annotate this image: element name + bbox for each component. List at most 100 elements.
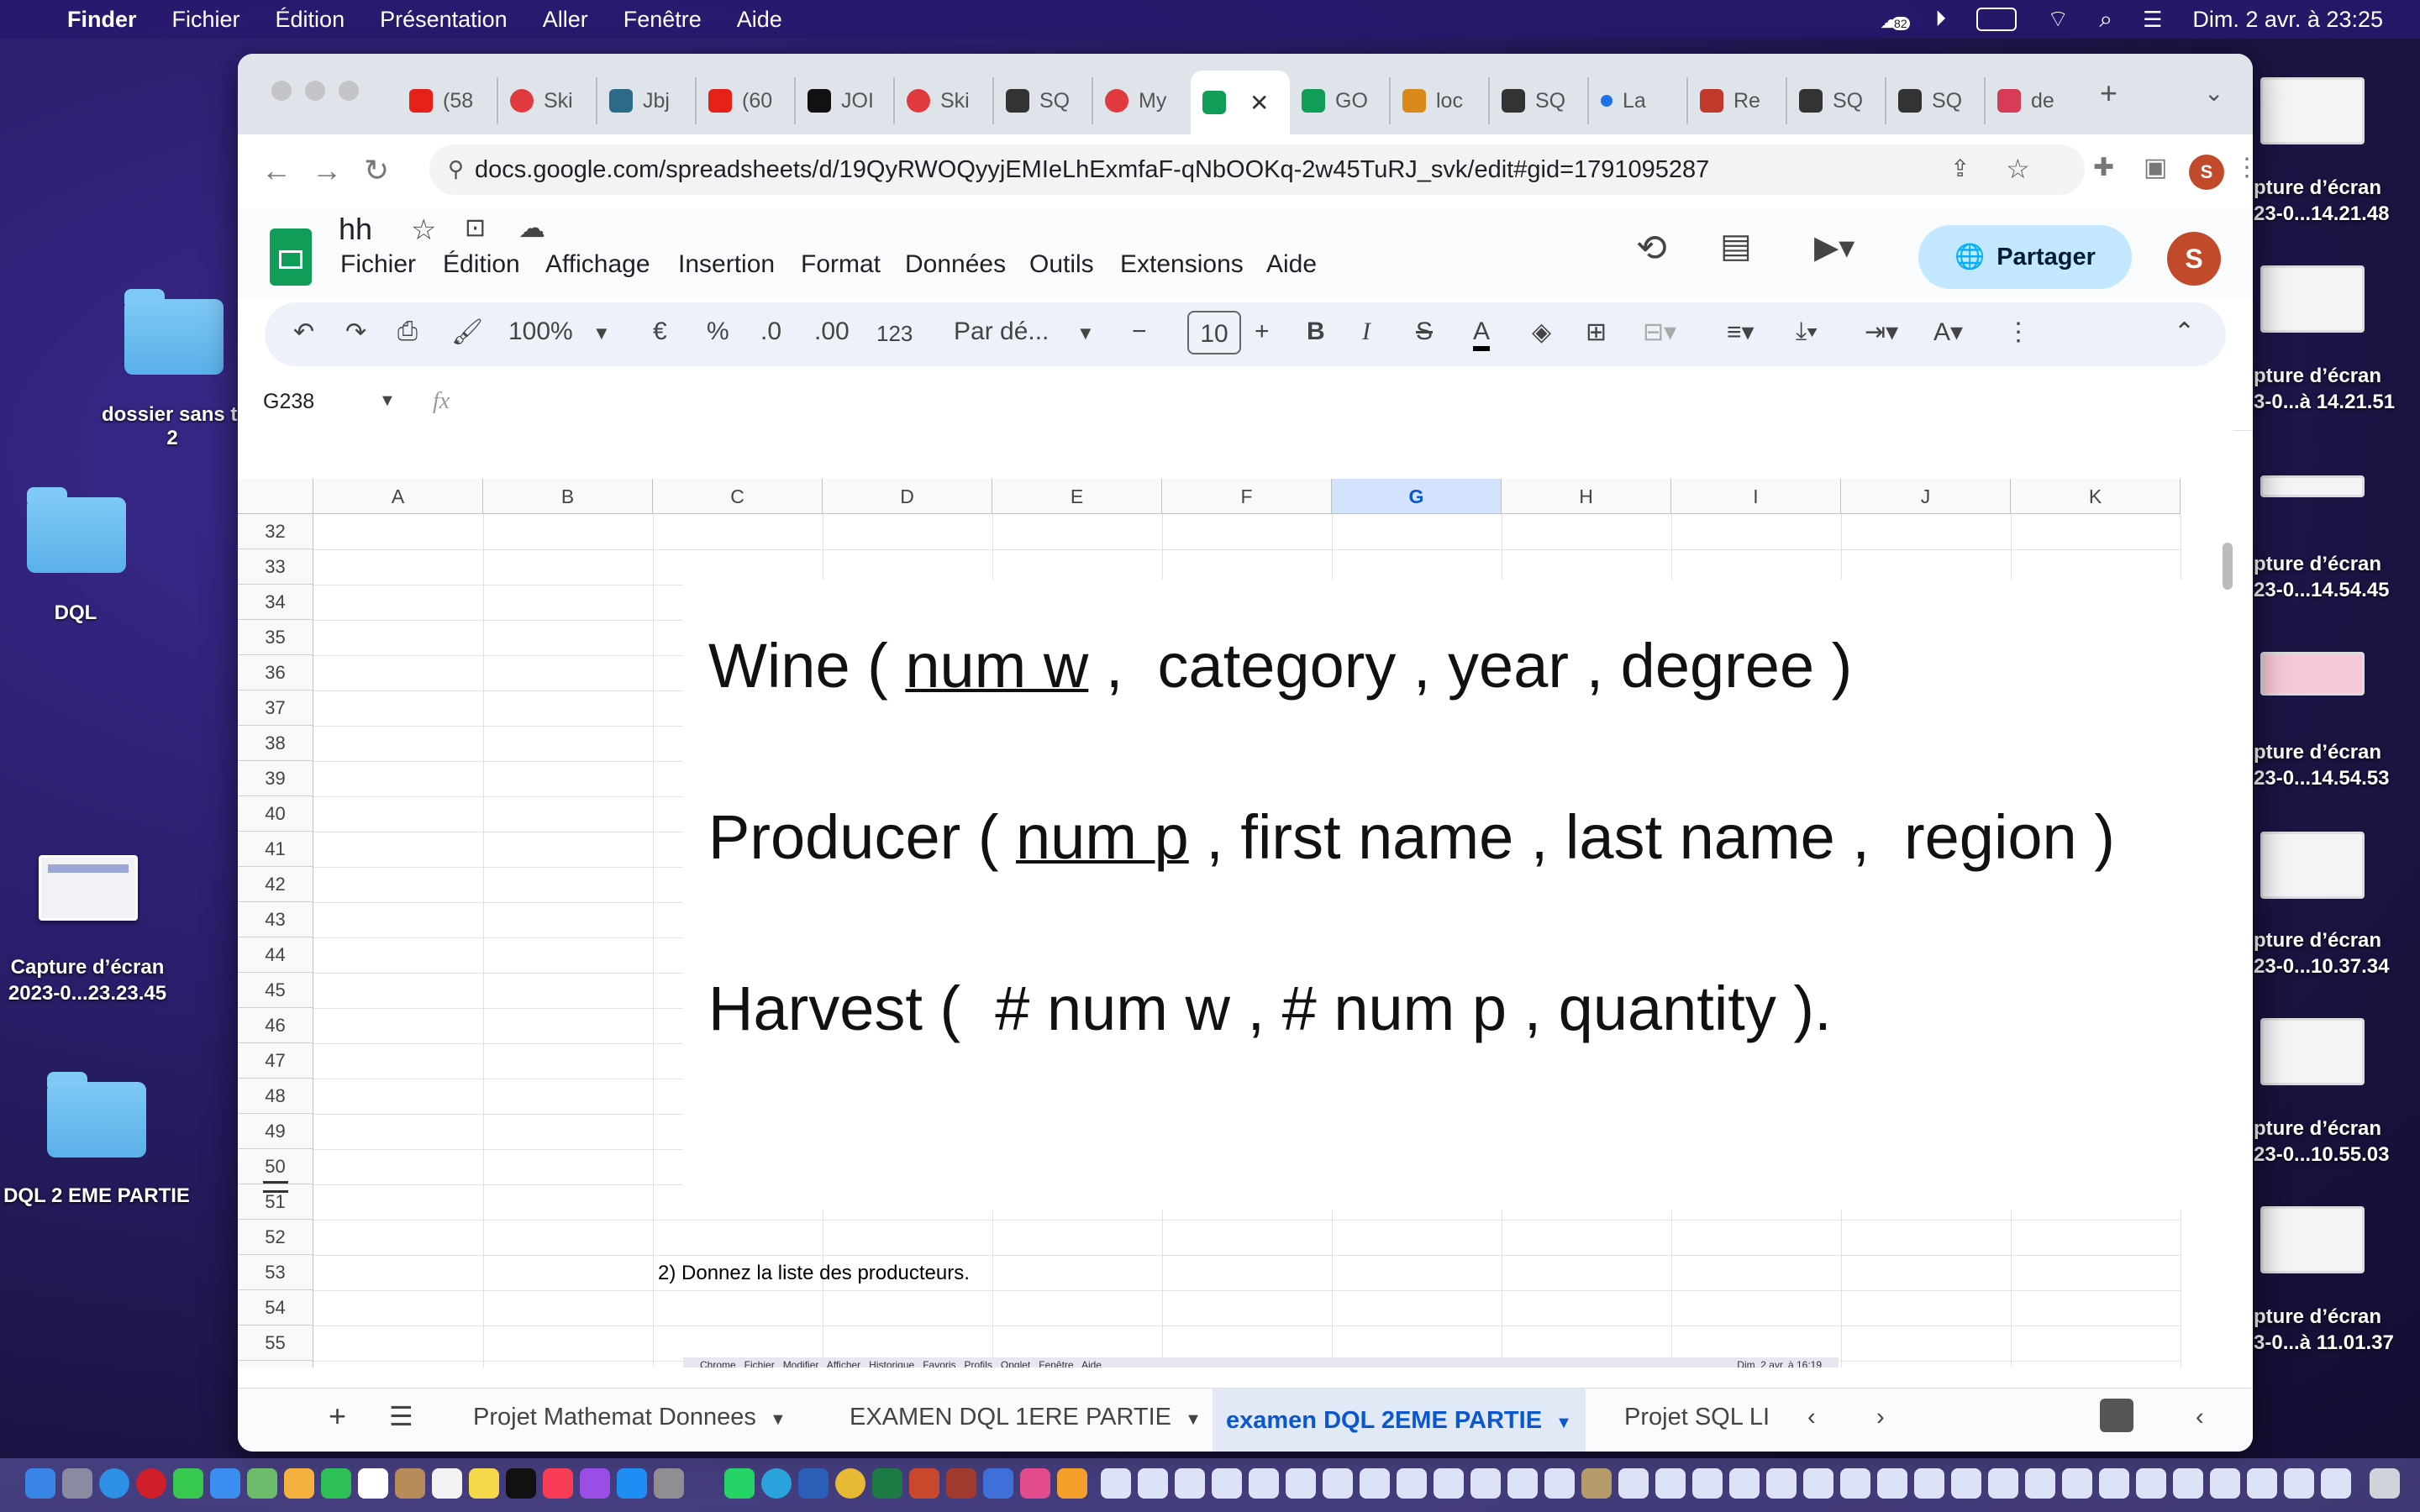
vertical-scrollbar[interactable] — [2223, 543, 2233, 590]
version-history-icon[interactable]: ⟲ — [1636, 227, 1667, 270]
desktop-screenshot-thumbnail[interactable] — [2260, 265, 2365, 333]
document-dock-icon[interactable] — [1507, 1468, 1538, 1499]
browser-tab[interactable]: My — [1092, 77, 1191, 124]
desktop-item-label[interactable]: pture d’écran 23-0...10.37.34 — [2254, 927, 2389, 979]
column-header-b[interactable]: B — [483, 479, 653, 514]
formula-input[interactable] — [481, 383, 2162, 420]
sheets-menu-format[interactable]: Format — [801, 250, 881, 279]
number-format-button[interactable]: 123 — [876, 321, 913, 347]
back-arrow-icon[interactable]: ← — [261, 153, 292, 188]
bluetooth-dock-icon[interactable] — [983, 1468, 1013, 1499]
row-header[interactable]: 34 — [238, 585, 313, 620]
star-icon[interactable]: ☆ — [411, 213, 436, 247]
trash-dock-icon[interactable] — [2370, 1468, 2400, 1499]
document-dock-icon[interactable] — [1618, 1468, 1649, 1499]
document-title[interactable]: hh — [339, 212, 372, 247]
browser-tab[interactable]: SQ — [992, 77, 1092, 124]
creative-cloud-icon[interactable]: ☁82 — [1880, 5, 1910, 34]
google-sheets-logo-icon[interactable] — [270, 228, 312, 286]
document-dock-icon[interactable] — [1803, 1468, 1833, 1499]
spreadsheet-grid[interactable]: A B C D E F G H I J K 32 33 34 35 36 37 … — [238, 425, 2233, 1368]
desktop-item-label[interactable]: pture d’écran 23-0...10.55.03 — [2254, 1116, 2389, 1168]
share-page-icon[interactable]: ⇪ — [1950, 155, 1970, 182]
column-header-c[interactable]: C — [653, 479, 823, 514]
font-size-increase-button[interactable]: + — [1255, 318, 1270, 346]
borders-icon[interactable]: ⊞ — [1586, 318, 1607, 347]
cloud-status-icon[interactable]: ☁ — [518, 212, 545, 244]
document-dock-icon[interactable] — [1692, 1468, 1723, 1499]
tab-search-chevron-icon[interactable]: ⌄ — [2204, 79, 2223, 107]
sheet-tab[interactable]: Projet Mathemat Donnees ▼ — [473, 1404, 786, 1431]
maps-dock-icon[interactable] — [247, 1468, 277, 1499]
appstore-dock-icon[interactable] — [617, 1468, 647, 1499]
desktop-item-label[interactable]: DQL 2 EME PARTIE — [0, 1184, 193, 1208]
calendar-dock-icon[interactable] — [358, 1468, 388, 1499]
share-button[interactable]: 🌐 Partager — [1918, 225, 2132, 289]
browser-tab[interactable]: JOI — [794, 77, 893, 124]
desktop-screenshot-thumbnail[interactable] — [2260, 475, 2365, 497]
row-header[interactable]: 44 — [238, 937, 313, 973]
document-dock-icon[interactable] — [1138, 1468, 1168, 1499]
control-center-icon[interactable]: ☰ — [2143, 7, 2162, 33]
browser-tab[interactable]: loc — [1389, 77, 1488, 124]
column-header-e[interactable]: E — [992, 479, 1162, 514]
account-avatar[interactable]: S — [2167, 232, 2221, 286]
sheets-menu-donnees[interactable]: Données — [905, 250, 1006, 279]
browser-tab[interactable]: Ski — [893, 77, 992, 124]
excel-dock-icon[interactable] — [872, 1468, 902, 1499]
horizontal-align-icon[interactable]: ≡▾ — [1727, 318, 1754, 347]
menubar-datetime[interactable]: Dim. 2 avr. à 23:25 — [2192, 7, 2383, 33]
row-header[interactable]: 39 — [238, 761, 313, 796]
strikethrough-button[interactable]: S — [1416, 318, 1433, 346]
desktop-folder-icon[interactable] — [27, 487, 126, 573]
merge-cells-icon[interactable]: ⊟▾ — [1643, 318, 1676, 347]
dictionary-dock-icon[interactable] — [946, 1468, 976, 1499]
row-header[interactable]: 50 — [238, 1149, 313, 1184]
side-panel-toggle-icon[interactable]: ‹ — [2196, 1404, 2204, 1431]
document-dock-icon[interactable] — [2210, 1468, 2240, 1499]
powerpoint-dock-icon[interactable] — [909, 1468, 939, 1499]
cell-c53-text[interactable]: 2) Donnez la liste des producteurs. — [658, 1262, 970, 1285]
document-dock-icon[interactable] — [1914, 1468, 1944, 1499]
row-header[interactable]: 55 — [238, 1326, 313, 1361]
row-header[interactable]: 41 — [238, 832, 313, 867]
url-field[interactable]: ⚲ docs.google.com/spreadsheets/d/19QyRWO… — [429, 144, 2085, 195]
messages-dock-icon[interactable] — [173, 1468, 203, 1499]
app-dock-icon[interactable] — [1057, 1468, 1087, 1499]
menubar-item-fenetre[interactable]: Fenêtre — [623, 7, 702, 33]
browser-tab[interactable]: (60 — [695, 77, 794, 124]
desktop-folder-icon[interactable] — [47, 1072, 146, 1158]
document-dock-icon[interactable] — [1766, 1468, 1797, 1499]
print-icon[interactable]: ⎙ — [397, 318, 418, 346]
document-dock-icon[interactable] — [1397, 1468, 1427, 1499]
row-header[interactable]: 48 — [238, 1079, 313, 1114]
column-header-f[interactable]: F — [1162, 479, 1332, 514]
row-header[interactable]: 36 — [238, 655, 313, 690]
desktop-item-label[interactable]: Capture d’écran 2023-0...23.23.45 — [0, 954, 180, 1006]
document-dock-icon[interactable] — [1840, 1468, 1870, 1499]
decrease-decimal-button[interactable]: .0 — [760, 318, 781, 346]
desktop-screenshot-thumbnail[interactable] — [2260, 77, 2365, 144]
facetime-dock-icon[interactable] — [321, 1468, 351, 1499]
document-dock-icon[interactable] — [1101, 1468, 1131, 1499]
forward-arrow-icon[interactable]: → — [312, 153, 342, 188]
sheets-menu-insertion[interactable]: Insertion — [678, 250, 775, 279]
menubar-app-name[interactable]: Finder — [67, 7, 137, 33]
column-header-i[interactable]: I — [1671, 479, 1841, 514]
more-options-icon[interactable]: ⋮ — [2006, 318, 2031, 347]
menubar-item-aide[interactable]: Aide — [737, 7, 782, 33]
music-dock-icon[interactable] — [543, 1468, 573, 1499]
name-box[interactable]: G238 — [263, 390, 314, 414]
browser-tab[interactable]: SQ — [1885, 77, 1984, 124]
desktop-item-label[interactable]: pture d’écran 23-0...14.54.45 — [2254, 551, 2389, 603]
browser-tab[interactable]: Re — [1686, 77, 1786, 124]
sheets-menu-fichier[interactable]: Fichier — [340, 250, 416, 279]
window-close-button[interactable] — [271, 81, 292, 101]
word-dock-icon[interactable] — [798, 1468, 829, 1499]
desktop-screenshot-thumbnail[interactable] — [2260, 1018, 2365, 1085]
document-dock-icon[interactable] — [2247, 1468, 2277, 1499]
photos-dock-icon[interactable] — [284, 1468, 314, 1499]
row-header[interactable]: 38 — [238, 726, 313, 761]
menubar-item-edition[interactable]: Édition — [276, 7, 345, 33]
desktop-item-label[interactable]: pture d’écran 3-0...à 14.21.51 — [2254, 363, 2395, 415]
